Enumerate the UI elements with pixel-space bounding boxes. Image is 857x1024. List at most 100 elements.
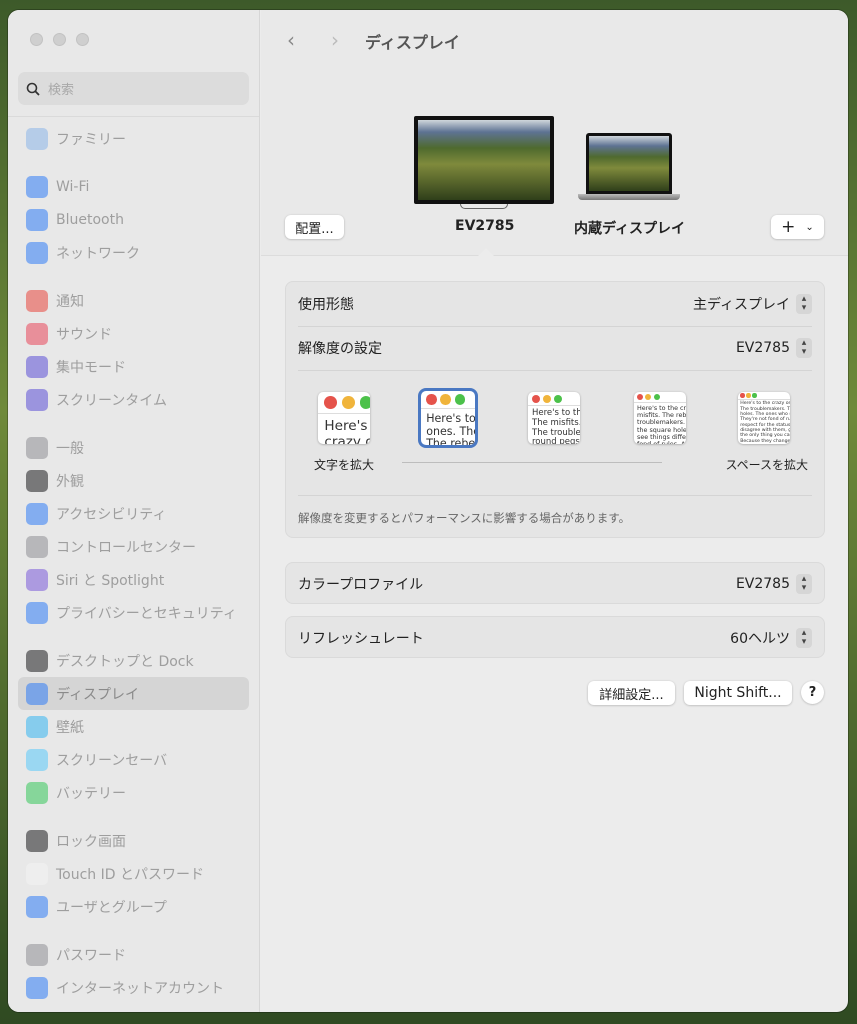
forward-button[interactable]: › xyxy=(331,28,339,52)
advanced-button[interactable]: 詳細設定... xyxy=(588,681,675,705)
battery-icon xyxy=(26,781,48,804)
sidebar-item[interactable]: スクリーンセーバ xyxy=(18,743,249,776)
divider xyxy=(298,370,812,371)
appearance-icon xyxy=(26,469,48,492)
sidebar-item-label: コントロールセンター xyxy=(56,539,196,556)
bluetooth-icon xyxy=(26,208,48,231)
display-label-builtin[interactable]: 内蔵ディスプレイ xyxy=(574,218,685,238)
sidebar-item[interactable]: アクセシビリティ xyxy=(18,497,249,530)
window-controls xyxy=(30,33,89,46)
sample-text: Here's to the crazy ones. The misfits. T… xyxy=(740,401,790,444)
sidebar-item[interactable]: サウンド xyxy=(18,317,249,350)
sidebar-item[interactable]: コントロールセンター xyxy=(18,530,249,563)
window-buttons-icon xyxy=(421,391,475,410)
family-icon xyxy=(26,127,48,150)
selected-display-indicator xyxy=(477,248,495,257)
stepper-icon: ▴ ▾ xyxy=(796,338,812,358)
sidebar-item-label: Bluetooth xyxy=(56,211,124,228)
display-label-ev2785[interactable]: EV2785 xyxy=(455,218,514,234)
sidebar-item-label: 一般 xyxy=(56,440,84,457)
sidebar-item[interactable]: ファミリー xyxy=(18,122,249,155)
sidebar-item[interactable]: プライバシーとセキュリティ xyxy=(18,596,249,629)
resolution-value[interactable]: EV2785 xyxy=(736,340,790,356)
sidebar-item[interactable]: 一般 xyxy=(18,431,249,464)
resolution-option[interactable]: Here's to the crazy ones. The misfits. T… xyxy=(634,392,686,444)
screensaver-icon xyxy=(26,748,48,771)
sidebar-item[interactable]: パスワード xyxy=(18,938,249,971)
back-button[interactable]: ‹ xyxy=(287,28,295,52)
refresh-rate-row[interactable]: リフレッシュレート 60ヘルツ ▴ ▾ xyxy=(298,616,812,660)
hourglass-icon xyxy=(26,388,48,411)
sidebar-item[interactable]: Bluetooth xyxy=(18,203,249,236)
stepper-icon: ▴ ▾ xyxy=(796,574,812,594)
sidebar-item[interactable]: スクリーンタイム xyxy=(18,383,249,416)
resolution-note: 解像度を変更するとパフォーマンスに影響する場合があります。 xyxy=(298,511,631,525)
search-input[interactable]: 検索 xyxy=(18,72,249,105)
search-icon xyxy=(26,82,40,96)
sidebar-item-label: ロック画面 xyxy=(56,833,126,850)
add-display-button[interactable]: + ⌄ xyxy=(771,215,824,239)
accessibility-icon xyxy=(26,502,48,525)
resolution-option[interactable]: Here's to the crazy ones. The misfits. T… xyxy=(318,392,370,444)
resolution-option[interactable]: Here's to the crazy ones. The misfits. T… xyxy=(528,392,580,444)
color-profile-label: カラープロファイル xyxy=(298,577,424,593)
divider xyxy=(298,495,812,496)
display-icon xyxy=(26,682,48,705)
resolution-option[interactable]: Here's to the crazy ones. The misfits. T… xyxy=(738,392,790,444)
dock-icon xyxy=(26,649,48,672)
sidebar-item-label: ファミリー xyxy=(56,131,126,148)
zoom-button[interactable] xyxy=(76,33,89,46)
sidebar-item-label: Touch ID とパスワード xyxy=(56,866,204,883)
arrange-button[interactable]: 配置... xyxy=(285,215,344,239)
close-button[interactable] xyxy=(30,33,43,46)
main-pane: ‹ › ディスプレイ 配置... EV2785 内蔵ディスプレイ + ⌄ 使用形態… xyxy=(261,10,848,1012)
sidebar-item[interactable]: ディスプレイ xyxy=(18,677,249,710)
more-space-label: スペースを拡大 xyxy=(725,458,808,472)
use-as-row[interactable]: 使用形態 主ディスプレイ ▴ ▾ xyxy=(298,282,812,326)
settings-window: 検索 ファミリー Wi-Fi Bluetooth ネットワーク 通知 サウンド 集中モードス… xyxy=(8,10,848,1012)
color-profile-row[interactable]: カラープロファイル EV2785 ▴ ▾ xyxy=(298,562,812,606)
globe-icon xyxy=(26,241,48,264)
wallpaper-icon xyxy=(26,715,48,738)
display-builtin[interactable] xyxy=(578,133,680,200)
display-arrangement-area: ‹ › ディスプレイ 配置... EV2785 内蔵ディスプレイ + ⌄ xyxy=(261,10,848,257)
sidebar-item[interactable]: 集中モード xyxy=(18,350,249,383)
sidebar-item[interactable]: バッテリー xyxy=(18,776,249,809)
sidebar-item[interactable]: ロック画面 xyxy=(18,824,249,857)
sidebar-item-label: パスワード xyxy=(56,947,126,964)
sidebar-item[interactable]: 通知 xyxy=(18,284,249,317)
fingerprint-icon xyxy=(26,862,48,885)
night-shift-button[interactable]: Night Shift... xyxy=(684,681,792,705)
sidebar-item[interactable]: Touch ID とパスワード xyxy=(18,857,249,890)
sidebar-item[interactable]: 外観 xyxy=(18,464,249,497)
sidebar-item[interactable]: デスクトップと Dock xyxy=(18,644,249,677)
window-buttons-icon xyxy=(528,392,580,406)
color-profile-value[interactable]: EV2785 xyxy=(736,576,790,592)
lock-icon xyxy=(26,829,48,852)
sidebar-item[interactable]: 壁紙 xyxy=(18,710,249,743)
display-ev2785[interactable] xyxy=(414,116,554,209)
minimize-button[interactable] xyxy=(53,33,66,46)
resolution-option[interactable]: Here's to the crazy ones. The misfits. T… xyxy=(421,391,475,445)
resolution-slider-track xyxy=(402,462,662,463)
sidebar-item[interactable]: Siri と Spotlight xyxy=(18,563,249,596)
sidebar-item[interactable]: ネットワーク xyxy=(18,236,249,269)
refresh-rate-value[interactable]: 60ヘルツ xyxy=(730,628,790,648)
use-as-value[interactable]: 主ディスプレイ xyxy=(693,294,790,314)
sample-text: Here's to the crazy ones. The misfits. T… xyxy=(637,403,686,444)
sidebar-item[interactable]: ユーザとグループ xyxy=(18,890,249,923)
sidebar-item-label: ユーザとグループ xyxy=(56,899,167,916)
sidebar-item-label: ディスプレイ xyxy=(56,686,140,703)
window-buttons-icon xyxy=(318,392,370,415)
sidebar-item[interactable]: Wi-Fi xyxy=(18,170,249,203)
sidebar-item[interactable]: インターネットアカウント xyxy=(18,971,249,1004)
help-button[interactable]: ? xyxy=(801,681,824,704)
resolution-row[interactable]: 解像度の設定 EV2785 ▴ ▾ xyxy=(298,326,812,370)
speaker-icon xyxy=(26,322,48,345)
siri-icon xyxy=(26,568,48,591)
